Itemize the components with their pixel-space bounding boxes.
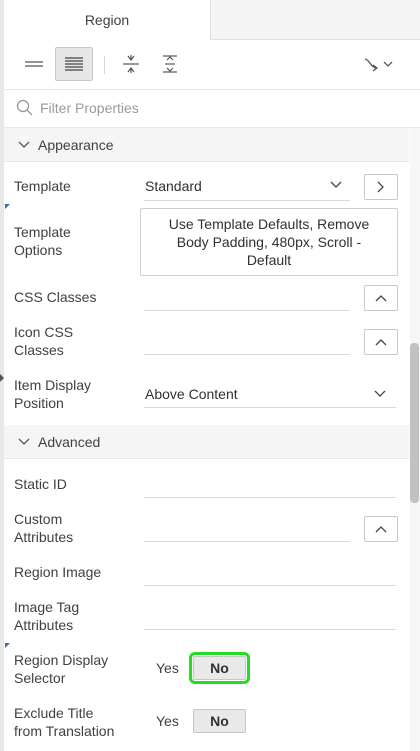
go-to-group-button[interactable] xyxy=(360,47,398,81)
item-display-position-select[interactable]: Above Content xyxy=(145,386,238,402)
icon-css-classes-label-line2: Classes xyxy=(14,342,64,358)
chevron-right-icon xyxy=(377,181,384,193)
scrollbar-thumb[interactable] xyxy=(410,343,419,503)
custom-attributes-expand-button[interactable] xyxy=(364,516,398,542)
filter-properties-input[interactable] xyxy=(40,96,400,120)
chevron-up-icon xyxy=(375,526,387,533)
template-label: Template xyxy=(14,178,71,194)
template-options-value-line3: Default xyxy=(246,252,292,268)
region-display-selector-label: Region Display Selector xyxy=(14,651,108,687)
expand-all-icon xyxy=(163,55,177,73)
tab-bar: Region xyxy=(4,0,420,40)
template-underline xyxy=(144,200,350,201)
chevron-down-icon[interactable] xyxy=(330,181,342,189)
expand-all-button[interactable] xyxy=(151,47,189,81)
go-to-group-icon xyxy=(364,58,393,72)
panel-resize-caret-icon[interactable] xyxy=(0,374,4,382)
region-image-input[interactable] xyxy=(144,585,396,586)
custom-attributes-label-line1: Custom xyxy=(14,511,63,527)
group-appearance-label: Appearance xyxy=(38,136,114,153)
custom-attributes-label: Custom Attributes xyxy=(14,510,73,546)
modified-marker xyxy=(5,204,10,209)
icon-css-classes-input[interactable] xyxy=(144,354,350,355)
template-options-label-line2: Options xyxy=(14,242,63,258)
template-options-label: Template Options xyxy=(14,223,71,259)
css-classes-picker-button[interactable] xyxy=(364,285,398,311)
toolbar-separator xyxy=(104,56,105,74)
modified-marker xyxy=(5,643,10,648)
show-all-button[interactable] xyxy=(55,47,93,81)
property-toolbar xyxy=(4,40,420,90)
exclude-title-label-line1: Exclude Title xyxy=(14,705,94,721)
chevron-up-icon xyxy=(375,339,387,346)
item-display-position-label-line1: Item Display xyxy=(14,377,92,393)
image-tag-attributes-label: Image Tag Attributes xyxy=(14,598,79,634)
chevron-up-icon xyxy=(375,295,387,302)
region-display-selector-no-button[interactable]: No xyxy=(189,652,250,684)
search-icon xyxy=(16,99,33,116)
exclude-title-label: Exclude Title from Translation xyxy=(14,704,114,740)
single-column-icon xyxy=(25,61,43,67)
image-tag-attributes-label-line1: Image Tag xyxy=(14,599,80,615)
template-options-label-line1: Template xyxy=(14,224,71,240)
image-tag-attributes-label-line2: Attributes xyxy=(14,617,74,633)
region-display-selector-yes[interactable]: Yes xyxy=(156,660,179,676)
tab-region[interactable]: Region xyxy=(4,0,211,40)
two-column-icon xyxy=(65,57,83,71)
static-id-input[interactable] xyxy=(144,497,396,498)
template-select[interactable]: Standard xyxy=(145,178,202,194)
filter-bar xyxy=(4,90,420,128)
collapse-all-button[interactable] xyxy=(112,47,150,81)
chevron-down-icon[interactable] xyxy=(374,390,386,398)
item-display-position-underline xyxy=(144,407,396,408)
template-options-button[interactable]: Use Template Defaults, Remove Body Paddi… xyxy=(140,208,398,276)
custom-attributes-input[interactable] xyxy=(144,541,350,542)
region-image-label: Region Image xyxy=(14,564,102,580)
region-display-selector-label-line2: Selector xyxy=(14,670,66,686)
exclude-title-yes[interactable]: Yes xyxy=(156,713,179,729)
exclude-title-label-line2: from Translation xyxy=(14,723,115,739)
item-display-position-label-line2: Position xyxy=(14,395,64,411)
css-classes-input[interactable] xyxy=(144,310,350,311)
static-id-label: Static ID xyxy=(14,476,67,492)
group-advanced[interactable]: Advanced xyxy=(4,425,409,459)
template-options-value-line1: Use Template Defaults, Remove xyxy=(168,216,370,232)
css-classes-label: CSS Classes xyxy=(14,289,97,305)
show-common-button[interactable] xyxy=(15,47,53,81)
template-go-button[interactable] xyxy=(364,174,398,200)
chevron-down-icon xyxy=(18,141,30,149)
icon-css-classes-label: Icon CSS Classes xyxy=(14,323,73,359)
region-display-selector-label-line1: Region Display xyxy=(14,652,109,668)
exclude-title-no-button[interactable]: No xyxy=(193,709,246,733)
custom-attributes-label-line2: Attributes xyxy=(14,529,74,545)
tab-empty[interactable] xyxy=(211,0,420,40)
chevron-down-icon xyxy=(18,438,30,446)
group-appearance[interactable]: Appearance xyxy=(4,128,409,162)
template-options-value-line2: Body Padding, 480px, Scroll - xyxy=(176,234,362,250)
icon-css-classes-label-line1: Icon CSS xyxy=(14,324,74,340)
group-advanced-label: Advanced xyxy=(38,433,101,450)
image-tag-attributes-input[interactable] xyxy=(144,629,396,630)
collapse-all-icon xyxy=(123,55,139,73)
icon-css-classes-picker-button[interactable] xyxy=(364,329,398,355)
item-display-position-label: Item Display Position xyxy=(14,376,91,412)
